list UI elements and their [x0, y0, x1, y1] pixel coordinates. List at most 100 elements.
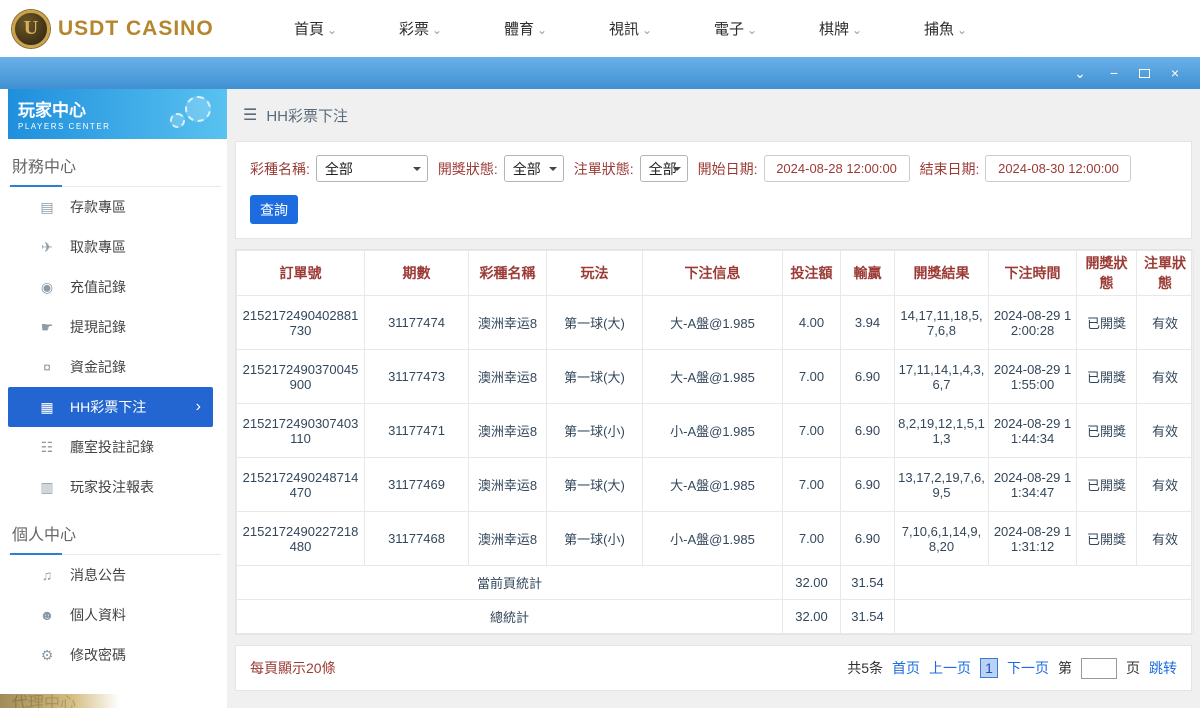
bet-amount-cell: 7.00: [783, 404, 841, 458]
col-bet-info: 下注信息: [643, 251, 783, 296]
poker-chip-decoration-icon: [170, 113, 185, 128]
order-status-select[interactable]: 全部: [640, 155, 688, 182]
withdraw-icon: ✈: [38, 239, 56, 256]
total-count-label: 共5条: [847, 658, 883, 678]
close-icon[interactable]: ×: [1166, 66, 1184, 80]
bet-time-cell: 2024-08-29 11:44:34: [989, 404, 1077, 458]
sidebar-item-label: 個人資料: [70, 605, 126, 625]
nav-item-live[interactable]: 視訊⌄: [578, 18, 683, 39]
col-draw-status: 開獎狀態: [1077, 251, 1137, 296]
pagination-bar: 每頁顯示20條 共5条 首页 上一页 1 下一页 第 页 跳转: [235, 645, 1192, 691]
bet-amount-cell: 7.00: [783, 458, 841, 512]
win-loss-cell: 6.90: [841, 404, 895, 458]
play-type-cell: 第一球(小): [547, 404, 643, 458]
draw-result-cell: 7,10,6,1,14,9,8,20: [895, 512, 989, 566]
sidebar-item-label: 取款專區: [70, 237, 126, 257]
win-loss-cell: 6.90: [841, 458, 895, 512]
sidebar-item-hh-lottery-bets[interactable]: ▦ HH彩票下注 ›: [8, 387, 213, 427]
players-center-header: 玩家中心 PLAYERS CENTER: [8, 89, 227, 139]
start-date-input[interactable]: [764, 155, 910, 182]
main-nav: 首頁⌄ 彩票⌄ 體育⌄ 視訊⌄ 電子⌄ 棋牌⌄ 捕魚⌄: [263, 18, 998, 39]
minimize-icon[interactable]: −: [1105, 66, 1123, 80]
player-bet-report-icon: ▥: [38, 479, 56, 496]
sidebar-item-withdraw-record[interactable]: ☛ 提現記錄: [8, 307, 227, 347]
lottery-name-cell: 澳洲幸运8: [469, 404, 547, 458]
nav-item-slots[interactable]: 電子⌄: [683, 18, 788, 39]
breadcrumb: ☰ HH彩票下注: [235, 89, 1192, 141]
sidebar-item-label: 資金記錄: [70, 357, 126, 377]
bet-info-cell: 小-A盤@1.985: [643, 512, 783, 566]
chevron-down-icon: [673, 167, 681, 175]
col-order-status: 注單狀態: [1137, 251, 1194, 296]
col-period: 期數: [365, 251, 469, 296]
lottery-bets-icon: ▦: [38, 399, 56, 416]
sidebar-item-funds-record[interactable]: ¤ 資金記錄: [8, 347, 227, 387]
table-row: 2152172490248714470 31177469 澳洲幸运8 第一球(大…: [237, 458, 1194, 512]
sidebar-item-announcements[interactable]: ♫ 消息公告: [8, 555, 227, 595]
period-cell: 31177471: [365, 404, 469, 458]
window-title-bar: ⌄ − ×: [0, 57, 1200, 89]
collapse-icon[interactable]: ⌄: [1071, 66, 1089, 80]
page-suffix-label: 页: [1126, 658, 1140, 678]
col-win-loss: 輸贏: [841, 251, 895, 296]
sidebar-item-profile[interactable]: ☻ 個人資料: [8, 595, 227, 635]
sidebar: 玩家中心 PLAYERS CENTER 財務中心 ▤ 存款專區 ✈ 取款專區 ◉…: [0, 89, 227, 708]
hamburger-menu-icon[interactable]: ☰: [243, 105, 257, 125]
nav-label: 體育: [504, 21, 534, 38]
recharge-record-icon: ◉: [38, 279, 56, 296]
section-finance-center: 財務中心: [8, 139, 221, 187]
first-page-link[interactable]: 首页: [892, 658, 920, 678]
prev-page-link[interactable]: 上一页: [929, 658, 971, 678]
room-bet-record-icon: ☷: [38, 439, 56, 456]
nav-item-home[interactable]: 首頁⌄: [263, 18, 368, 39]
page-title: HH彩票下注: [266, 105, 348, 126]
nav-label: 棋牌: [819, 21, 849, 38]
lottery-name-select[interactable]: 全部: [316, 155, 428, 182]
draw-status-cell: 已開獎: [1077, 512, 1137, 566]
play-type-cell: 第一球(小): [547, 512, 643, 566]
nav-label: 視訊: [609, 21, 639, 38]
per-page-label: 每頁顯示20條: [250, 658, 336, 678]
nav-item-lottery[interactable]: 彩票⌄: [368, 18, 473, 39]
nav-item-fishing[interactable]: 捕魚⌄: [893, 18, 998, 39]
col-order-id: 訂單號: [237, 251, 365, 296]
bell-icon: ♫: [38, 567, 56, 583]
page-jump-input[interactable]: [1081, 658, 1117, 679]
chevron-right-icon: ›: [196, 398, 213, 416]
chevron-down-icon: ⌄: [957, 23, 967, 37]
play-type-cell: 第一球(大): [547, 458, 643, 512]
sidebar-item-change-password[interactable]: ⚙ 修改密碼: [8, 635, 227, 675]
jump-link[interactable]: 跳转: [1149, 658, 1177, 678]
chevron-down-icon: ⌄: [327, 23, 337, 37]
sidebar-item-recharge-record[interactable]: ◉ 充值記錄: [8, 267, 227, 307]
period-cell: 31177474: [365, 296, 469, 350]
page-summary-empty: [895, 566, 1194, 600]
col-draw-result: 開獎結果: [895, 251, 989, 296]
next-page-link[interactable]: 下一页: [1007, 658, 1049, 678]
nav-item-sports[interactable]: 體育⌄: [473, 18, 578, 39]
sidebar-item-deposit[interactable]: ▤ 存款專區: [8, 187, 227, 227]
sidebar-item-withdraw[interactable]: ✈ 取款專區: [8, 227, 227, 267]
sidebar-item-player-bet-report[interactable]: ▥ 玩家投注報表: [8, 467, 227, 507]
bet-amount-cell: 4.00: [783, 296, 841, 350]
grand-summary-row: 總統計 32.00 31.54: [237, 600, 1194, 634]
chevron-down-icon: [413, 167, 421, 175]
end-date-input[interactable]: [985, 155, 1131, 182]
table-header-row: 訂單號 期數 彩種名稱 玩法 下注信息 投注額 輸贏 開獎結果 下注時間 開獎狀…: [237, 251, 1194, 296]
order-status-cell: 有效: [1137, 296, 1194, 350]
lottery-name-cell: 澳洲幸运8: [469, 350, 547, 404]
order-status-cell: 有效: [1137, 458, 1194, 512]
sidebar-item-room-bet-record[interactable]: ☷ 廳室投註記錄: [8, 427, 227, 467]
section-personal-center: 個人中心: [8, 507, 221, 555]
order-id-cell: 2152172490370045900: [237, 350, 365, 404]
top-header: U USDT CASINO 首頁⌄ 彩票⌄ 體育⌄ 視訊⌄ 電子⌄ 棋牌⌄ 捕魚…: [0, 0, 1200, 57]
nav-item-cards[interactable]: 棋牌⌄: [788, 18, 893, 39]
bet-amount-cell: 7.00: [783, 350, 841, 404]
sidebar-item-label: 修改密碼: [70, 645, 126, 665]
draw-status-select[interactable]: 全部: [504, 155, 564, 182]
maximize-icon[interactable]: [1139, 69, 1150, 78]
brand-name: USDT CASINO: [58, 17, 214, 41]
lottery-name-cell: 澳洲幸运8: [469, 296, 547, 350]
current-page-button[interactable]: 1: [980, 658, 998, 678]
query-button[interactable]: 查詢: [250, 195, 298, 224]
